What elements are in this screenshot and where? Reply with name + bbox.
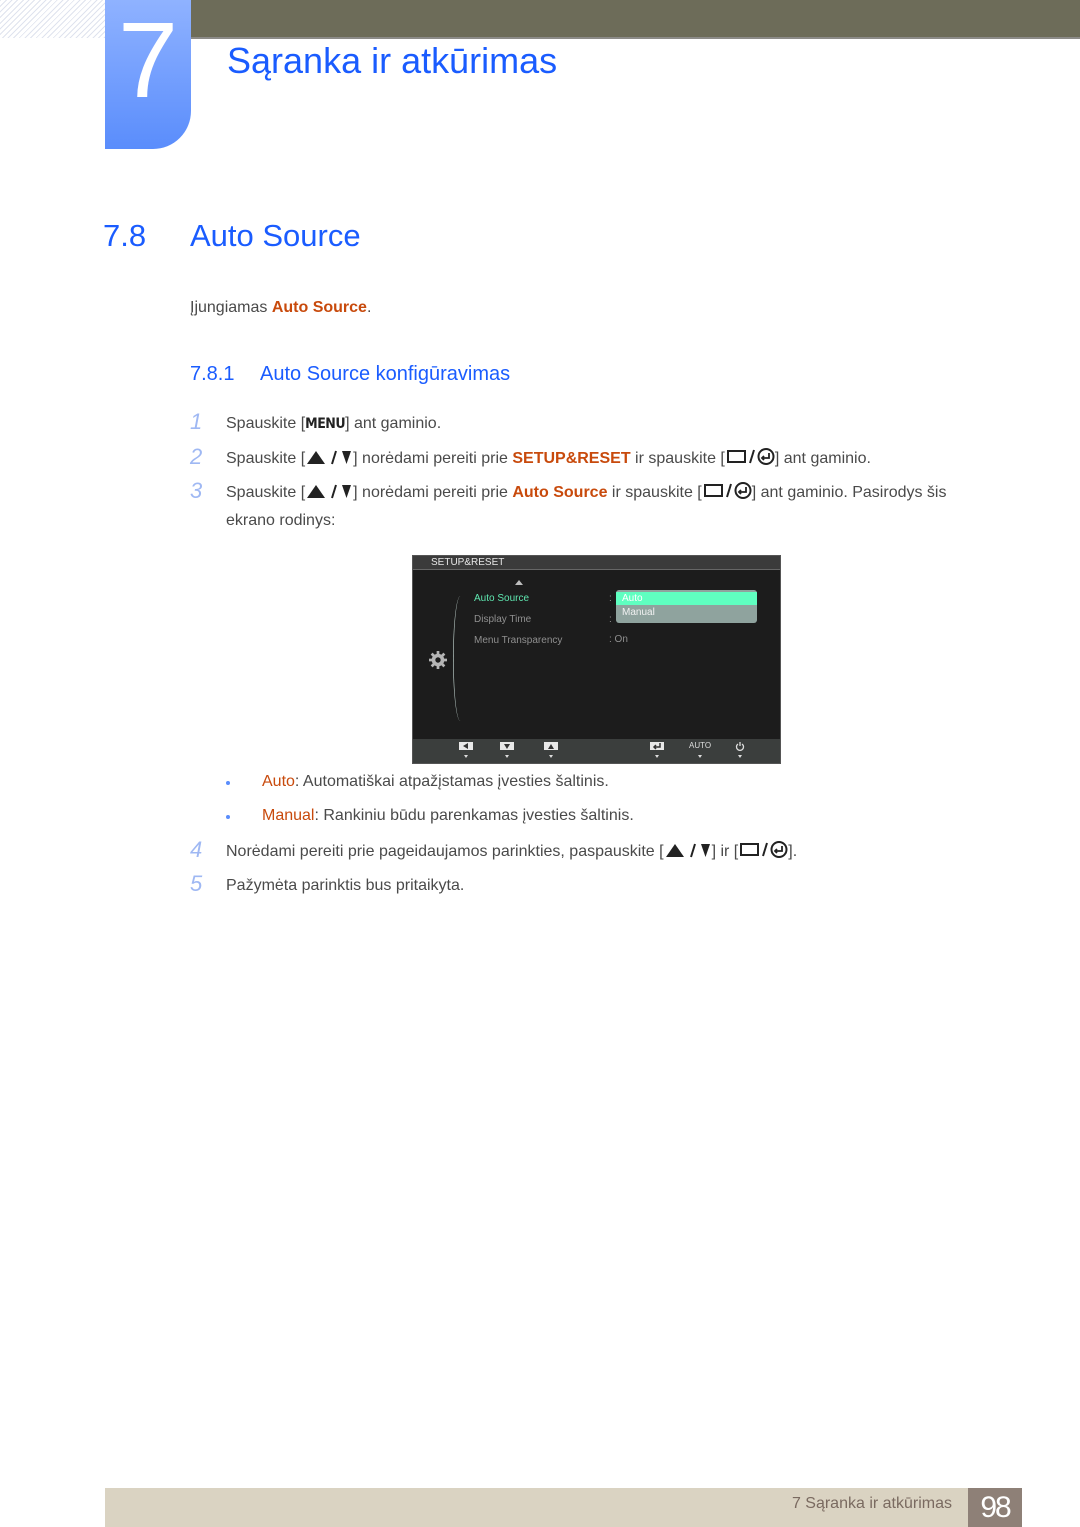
step-number: 3 <box>190 478 203 503</box>
auto-button[interactable]: AUTO <box>689 741 711 750</box>
osd-value-menu-transparency: : On <box>609 634 628 645</box>
text: ir spauskite [ <box>630 450 725 467</box>
source-enter-icon <box>725 448 775 472</box>
osd-colon: : <box>609 614 612 625</box>
bullet-text: Manual: Rankiniu būdu parenkamas įvestie… <box>262 807 634 825</box>
osd-button-bar: AUTO <box>413 739 780 763</box>
step-text: Spauskite [ ] norėdami pereiti prie SETUP… <box>226 448 871 472</box>
step-number: 2 <box>190 444 203 469</box>
intro-text: Įjungiamas Auto Source. <box>190 299 371 317</box>
osd-arc-decoration <box>453 596 468 721</box>
bullet-dot <box>226 815 230 819</box>
intro-suffix: . <box>366 299 372 316</box>
chapter-number: 7 <box>117 0 179 120</box>
section-number: 7.8 <box>103 218 147 253</box>
source-enter-icon <box>738 841 788 865</box>
osd-item-display-time[interactable]: Display Time <box>474 614 531 625</box>
highlight: Auto Source <box>512 484 608 501</box>
up-down-arrows-icon <box>664 842 712 865</box>
header-band <box>190 0 1080 39</box>
subsection-number: 7.8.1 <box>190 363 235 385</box>
bullet-desc: : Automatiškai atpažįstamas įvesties šal… <box>294 773 609 790</box>
menu-key: MENU <box>305 416 346 432</box>
osd-header: SETUP&RESET <box>413 556 780 570</box>
step-number: 5 <box>190 871 203 896</box>
enter-button-icon[interactable] <box>650 742 664 750</box>
subsection-title: Auto Source konfigūravimas <box>260 363 511 385</box>
up-down-arrows-icon <box>305 483 353 506</box>
osd-menu-title: SETUP&RESET <box>431 557 505 568</box>
intro-highlight: Auto Source <box>271 299 367 316</box>
intro-prefix: Įjungiamas <box>190 299 272 316</box>
bullet-text: Auto: Automatiškai atpažįstamas įvesties… <box>262 773 609 791</box>
indicator-icon <box>505 755 509 758</box>
osd-option-manual[interactable]: Manual <box>616 606 757 619</box>
text: ]. <box>788 843 798 860</box>
step-text: Norėdami pereiti prie pageidaujamos pari… <box>226 841 797 865</box>
text: ] ir [ <box>711 843 739 860</box>
text: ] ant gaminio. <box>774 450 871 467</box>
down-arrow-button-icon[interactable] <box>500 742 514 750</box>
footer-chapter-label: 7 Sąranka ir atkūrimas <box>791 1495 952 1512</box>
page-number: 98 <box>980 1491 1011 1524</box>
chapter-title: Sąranka ir atkūrimas <box>227 40 558 81</box>
osd-scroll-up-icon <box>515 580 523 585</box>
chapter-tab: 7 <box>105 0 191 149</box>
step-number: 4 <box>190 837 203 862</box>
text: Spauskite [ <box>226 415 306 432</box>
osd-item-menu-transparency[interactable]: Menu Transparency <box>474 635 562 646</box>
text: Spauskite [ <box>226 484 306 501</box>
bullet-term: Manual <box>262 807 315 824</box>
bullet-desc: : Rankiniu būdu parenkamas įvesties šalt… <box>314 807 634 824</box>
source-enter-icon <box>702 482 752 506</box>
step-number: 1 <box>190 409 203 434</box>
text: ir spauskite [ <box>607 484 702 501</box>
text: Spauskite [ <box>226 450 306 467</box>
indicator-icon <box>655 755 659 758</box>
step-text: Spauskite [ ] norėdami pereiti prie Auto … <box>226 482 946 506</box>
up-arrow-button-icon[interactable] <box>544 742 558 750</box>
bullet-term: Auto <box>262 773 295 790</box>
indicator-icon <box>464 755 468 758</box>
text: ] ant gaminio. <box>345 415 442 432</box>
indicator-icon <box>549 755 553 758</box>
step-text: Pažymėta parinktis bus pritaikyta. <box>226 877 465 894</box>
up-down-arrows-icon <box>305 449 353 472</box>
osd-option-auto[interactable]: Auto <box>616 592 757 605</box>
bullet-dot <box>226 781 230 785</box>
text: Norėdami pereiti prie pageidaujamos pari… <box>226 843 664 860</box>
highlight: SETUP&RESET <box>512 450 631 467</box>
page-number-box: 98 <box>968 1488 1022 1527</box>
indicator-icon <box>698 755 702 758</box>
text: ] ant gaminio. Pasirodys šis <box>751 484 947 501</box>
step-text: Spauskite [MENU] ant gaminio. <box>226 413 441 435</box>
section-title: Auto Source <box>190 218 361 253</box>
decorative-hatch <box>0 0 105 38</box>
osd-item-auto-source[interactable]: Auto Source <box>474 593 529 604</box>
step-text-continued: ekrano rodinys: <box>226 512 336 529</box>
text: ] norėdami pereiti prie <box>353 450 513 467</box>
text: ] norėdami pereiti prie <box>353 484 513 501</box>
osd-colon: : <box>609 593 612 604</box>
osd-menu-screenshot: SETUP&RESET Auto Source Display Time Men… <box>412 555 781 764</box>
power-icon[interactable] <box>735 741 745 751</box>
gear-icon <box>429 651 447 669</box>
left-arrow-button-icon[interactable] <box>459 742 473 750</box>
indicator-icon <box>738 755 742 758</box>
osd-dropdown[interactable]: Auto Manual <box>616 590 757 623</box>
